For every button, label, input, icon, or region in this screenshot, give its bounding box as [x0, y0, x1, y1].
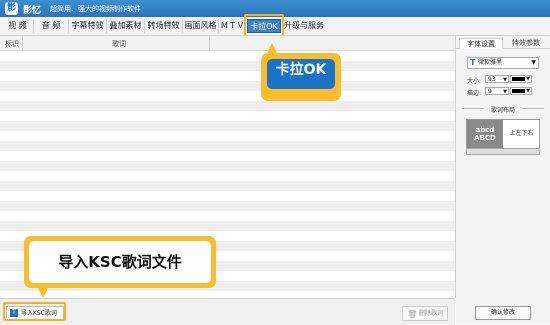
karaoke-callout-text: 卡拉OK [267, 59, 335, 89]
column-divider[interactable] [22, 36, 23, 50]
text-import-icon: T [10, 309, 18, 317]
layout-preview-lower: abcd [475, 126, 495, 134]
table-row[interactable] [0, 191, 455, 201]
app-logo-icon: 影 [5, 2, 18, 15]
table-row[interactable] [0, 81, 455, 91]
stroke-size-value: 9 [488, 88, 492, 95]
table-row[interactable] [0, 151, 455, 161]
tab-video[interactable]: 视 频 [2, 19, 34, 33]
font-family-select[interactable]: T 微软雅黑 ▼ [467, 57, 539, 69]
table-row[interactable] [0, 161, 455, 171]
table-row[interactable] [0, 121, 455, 131]
tab-transition-effects[interactable]: 转场特效 [145, 19, 183, 33]
import-button-label: 导入KSC歌词 [21, 310, 57, 317]
tab-picture-style[interactable]: 画面风格 [183, 19, 219, 33]
tab-upgrade-service[interactable]: 升级与服务 [283, 19, 325, 33]
tab-mtv[interactable]: M T V [219, 19, 246, 33]
column-divider[interactable] [209, 36, 210, 50]
callout-pointer [267, 43, 277, 53]
delete-button-label: 删除歌词 [419, 310, 444, 317]
bottom-toolbar: T 导入KSC歌词 🗑 删除歌词 [0, 298, 455, 325]
chevron-down-icon: ▼ [503, 89, 507, 95]
delete-lyrics-button[interactable]: 🗑 删除歌词 [402, 306, 448, 321]
table-row[interactable] [0, 181, 455, 191]
column-header-lyrics: 歌词 [112, 40, 126, 48]
app-name: 影忆 [23, 6, 42, 16]
import-ksc-lyrics-button[interactable]: T 导入KSC歌词 [6, 306, 64, 321]
lyrics-layout-option[interactable]: abcd ABCD 上左下右 [466, 119, 540, 155]
tab-font-settings[interactable]: 字体设置 [459, 38, 503, 49]
table-row[interactable] [0, 51, 455, 61]
table-row[interactable] [0, 291, 455, 298]
confirm-changes-button[interactable]: 确认修改 [475, 306, 531, 320]
table-row[interactable] [0, 221, 455, 231]
table-header: 标识 歌词 [0, 36, 455, 51]
layout-name: 上左下右 [509, 130, 534, 137]
font-size-input[interactable]: 93 ▼ [485, 75, 509, 83]
settings-panel: 字体设置 特效参数 T 微软雅黑 ▼ 大小: 93 ▼ ▼ 描边: 9 ▼ ▼ … [456, 36, 550, 324]
column-header-mark: 标识 [5, 40, 19, 48]
chevron-down-icon: ▼ [526, 88, 530, 94]
layout-preview: abcd ABCD [467, 120, 503, 148]
app-tagline: 超简用、强大的视频制作软件 [50, 5, 141, 13]
font-family-value: 微软雅黑 [478, 59, 503, 66]
font-size-value: 93 [488, 76, 496, 83]
title-bar: 影 影忆 超简用、强大的视频制作软件 [0, 0, 550, 17]
tab-overlay-material[interactable]: 叠加素材 [107, 19, 145, 33]
settings-tabs: 字体设置 特效参数 [456, 36, 550, 49]
chevron-down-icon: ▼ [531, 59, 536, 66]
table-row[interactable] [0, 91, 455, 101]
chevron-down-icon: ▼ [503, 77, 507, 83]
import-callout-text: 导入KSC歌词文件 [29, 241, 211, 283]
tab-subtitle-effects[interactable]: 字幕特效 [69, 19, 107, 33]
table-row[interactable] [0, 211, 455, 221]
karaoke-callout: 卡拉OK [261, 43, 341, 101]
tab-audio[interactable]: 音 频 [34, 19, 69, 33]
table-row[interactable] [0, 201, 455, 211]
tab-karaoke[interactable]: 卡拉OK [247, 19, 281, 33]
trash-icon: 🗑 [407, 310, 418, 319]
font-type-icon: T [470, 58, 476, 67]
import-callout: 导入KSC歌词文件 [24, 236, 216, 298]
layout-scrollbar[interactable] [466, 148, 540, 155]
stroke-color-picker[interactable]: ▼ [510, 87, 532, 95]
callout-pointer [38, 288, 48, 298]
table-row[interactable] [0, 111, 455, 121]
tab-effect-params[interactable]: 特效参数 [504, 38, 548, 48]
table-row[interactable] [0, 61, 455, 71]
table-row[interactable] [0, 131, 455, 141]
main-tab-bar: 视 频 音 频 字幕特效 叠加素材 转场特效 画面风格 M T V 卡拉OK 升… [0, 17, 550, 36]
color-swatch [512, 77, 525, 81]
table-row[interactable] [0, 141, 455, 151]
chevron-down-icon: ▼ [526, 76, 530, 82]
table-row[interactable] [0, 101, 455, 111]
size-label: 大小: [467, 78, 482, 85]
layout-preview-upper: ABCD [474, 134, 496, 142]
font-color-picker[interactable]: ▼ [510, 75, 532, 83]
color-swatch [512, 89, 525, 93]
table-row[interactable] [0, 71, 455, 81]
table-row[interactable] [0, 171, 455, 181]
stroke-size-input[interactable]: 9 ▼ [485, 87, 509, 95]
section-divider [522, 108, 544, 109]
stroke-label: 描边: [467, 90, 482, 97]
lyrics-layout-title: 歌词布局 [490, 107, 515, 114]
